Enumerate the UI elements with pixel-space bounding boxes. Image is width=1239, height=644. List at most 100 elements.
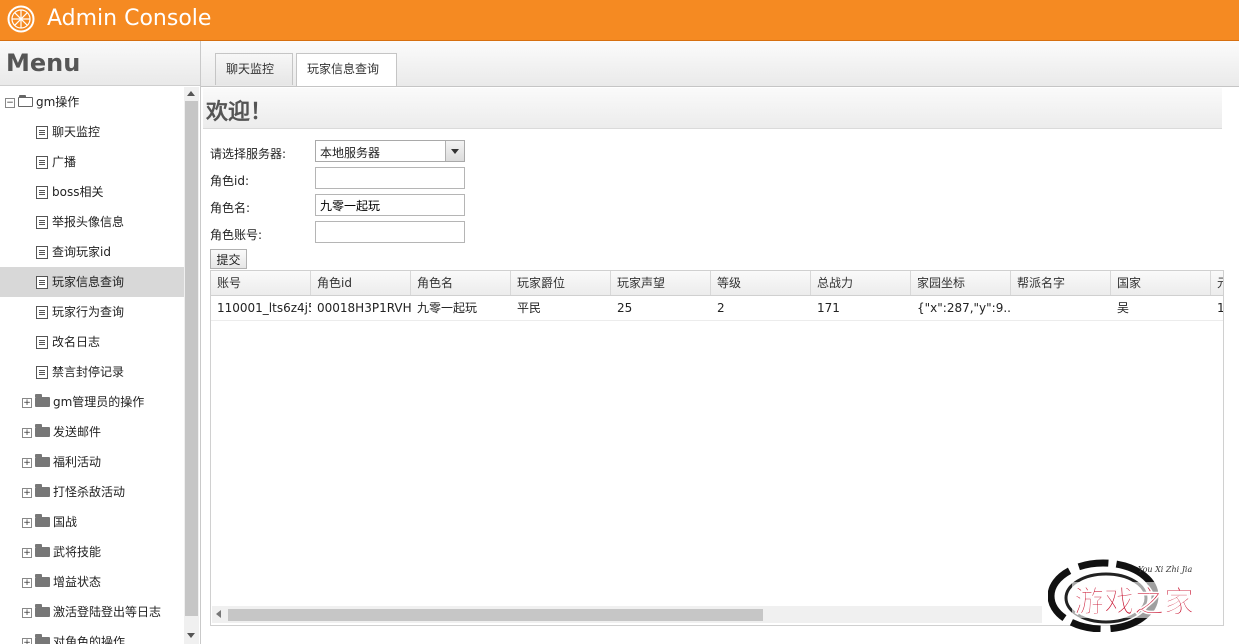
table-row[interactable]: 110001_lts6z4j5 00018H3P1RVH 九零一起玩 平民 25 2 171… <box>211 296 1223 321</box>
expand-icon[interactable]: + <box>22 548 32 558</box>
role-name-label: 角色名: <box>210 201 251 215</box>
role-id-label: 角色id: <box>210 174 249 188</box>
sidebar-item-label: 增益状态 <box>53 575 102 589</box>
column-header[interactable]: 玩家爵位 <box>511 271 611 295</box>
sidebar: Menu − gm操作聊天监控广播 boss相关举报头像信息 查询玩家id 玩家信息查询… <box>0 41 201 644</box>
expand-icon[interactable]: + <box>22 488 32 498</box>
expand-icon[interactable]: + <box>22 518 32 528</box>
table-cell <box>1011 296 1111 320</box>
top-bar: Admin Console <box>0 0 1239 41</box>
sidebar-item[interactable]: 聊天监控 <box>0 117 184 147</box>
document-icon <box>36 246 48 259</box>
sidebar-item-label: 查询玩家id <box>52 245 111 259</box>
chevron-down-icon[interactable] <box>445 141 464 161</box>
column-header[interactable]: 角色id <box>311 271 411 295</box>
column-header[interactable]: 等级 <box>711 271 811 295</box>
document-icon <box>36 126 48 139</box>
sidebar-item[interactable]: 查询玩家id <box>0 237 184 267</box>
table-cell: 九零一起玩 <box>417 301 478 315</box>
tab-bar: 聊天监控× 玩家信息查询× <box>201 41 1239 105</box>
sidebar-item-label: gm操作 <box>36 95 80 109</box>
sidebar-item-label: 聊天监控 <box>52 125 101 139</box>
folder-icon <box>35 604 50 617</box>
column-header[interactable]: 玩家声望 <box>611 271 711 295</box>
sidebar-item-label: 激活登陆登出等日志 <box>53 605 162 619</box>
column-header[interactable]: 家园坐标 <box>911 271 1011 295</box>
sidebar-item[interactable]: + 国战 <box>0 507 184 537</box>
sidebar-item-label: 发送邮件 <box>53 425 102 439</box>
sidebar-item[interactable]: + 武将技能 <box>0 537 184 567</box>
scrollbar-thumb[interactable] <box>185 101 198 616</box>
role-id-input[interactable] <box>315 167 465 189</box>
site-watermark-logo: You Xi Zhi Jia 游戏之家 <box>1048 559 1222 632</box>
scrollbar-thumb[interactable] <box>228 609 763 621</box>
table-horizontal-scrollbar[interactable] <box>212 606 1042 623</box>
table-cell: 吴 <box>1117 301 1130 315</box>
sidebar-item[interactable]: 禁言封停记录 <box>0 357 184 387</box>
orange-slice-logo-icon <box>7 5 35 33</box>
collapse-icon[interactable]: − <box>5 98 15 108</box>
expand-icon[interactable]: + <box>22 608 32 618</box>
server-select-value: 本地服务器 <box>320 146 381 160</box>
tab-chat-monitor[interactable]: 聊天监控× <box>215 53 293 105</box>
folder-icon <box>35 514 50 527</box>
column-header[interactable]: 国家 <box>1111 271 1211 295</box>
sidebar-item[interactable]: 改名日志 <box>0 327 184 357</box>
sidebar-item[interactable]: + gm管理员的操作 <box>0 387 184 417</box>
sidebar-item[interactable]: + 激活登陆登出等日志 <box>0 597 184 627</box>
sidebar-item[interactable]: + 增益状态 <box>0 567 184 597</box>
expand-icon[interactable]: + <box>22 578 32 588</box>
expand-icon[interactable]: + <box>22 458 32 468</box>
table-cell: 00018H3P1RVH <box>317 301 411 315</box>
document-icon <box>36 366 48 379</box>
sidebar-item-label: 打怪杀敌活动 <box>53 485 126 499</box>
sidebar-item-label: boss相关 <box>52 185 104 199</box>
sidebar-scrollbar[interactable] <box>184 87 199 644</box>
column-header[interactable]: 账号 <box>211 271 311 295</box>
svg-text:游戏之家: 游戏之家 <box>1074 585 1194 620</box>
folder-open-icon <box>18 95 33 107</box>
column-header[interactable]: 总战力 <box>811 271 911 295</box>
table-header: 账号角色id角色名玩家爵位玩家声望等级总战力家园坐标帮派名字国家元 <box>211 271 1223 296</box>
folder-icon <box>35 484 50 497</box>
submit-button[interactable]: 提交 <box>210 249 247 269</box>
sidebar-item[interactable]: + 发送邮件 <box>0 417 184 447</box>
folder-icon <box>35 394 50 407</box>
sidebar-item[interactable]: − gm操作 <box>0 87 184 117</box>
tab-label: 聊天监控 <box>226 62 275 76</box>
folder-icon <box>35 544 50 557</box>
sidebar-item[interactable]: boss相关 <box>0 177 184 207</box>
tab-player-info-query[interactable]: 玩家信息查询× <box>296 53 397 105</box>
sidebar-item-label: 福利活动 <box>53 455 102 469</box>
server-select[interactable]: 本地服务器 <box>315 140 465 162</box>
sidebar-item[interactable]: 玩家信息查询 <box>0 267 184 297</box>
sidebar-item-label: 举报头像信息 <box>52 215 125 229</box>
role-account-label: 角色账号: <box>210 228 263 242</box>
sidebar-item-label: 玩家行为查询 <box>52 305 125 319</box>
table-cell: 25 <box>617 301 633 315</box>
scroll-left-arrow-icon[interactable] <box>216 610 221 618</box>
sidebar-item-label: 改名日志 <box>52 335 101 349</box>
sidebar-item[interactable]: 举报头像信息 <box>0 207 184 237</box>
sidebar-item[interactable]: + 福利活动 <box>0 447 184 477</box>
sidebar-item-label: 对角色的操作 <box>53 635 126 644</box>
sidebar-item[interactable]: + 打怪杀敌活动 <box>0 477 184 507</box>
expand-icon[interactable]: + <box>22 428 32 438</box>
menu-title: Menu <box>6 49 81 77</box>
column-header[interactable]: 角色名 <box>411 271 511 295</box>
role-account-input[interactable] <box>315 221 465 243</box>
table-cell: 2 <box>717 301 725 315</box>
scroll-up-arrow-icon[interactable] <box>187 91 195 96</box>
app-title: Admin Console <box>47 6 212 31</box>
scroll-down-arrow-icon[interactable] <box>187 633 195 638</box>
expand-icon[interactable]: + <box>22 398 32 408</box>
role-name-input[interactable] <box>315 194 465 216</box>
sidebar-item[interactable]: 玩家行为查询 <box>0 297 184 327</box>
expand-icon[interactable]: + <box>22 638 32 644</box>
column-header[interactable]: 元 <box>1211 271 1223 295</box>
server-label: 请选择服务器: <box>210 147 287 161</box>
column-header[interactable]: 帮派名字 <box>1011 271 1111 295</box>
sidebar-item[interactable]: + 对角色的操作 <box>0 627 184 644</box>
sidebar-item[interactable]: 广播 <box>0 147 184 177</box>
document-icon <box>36 336 48 349</box>
